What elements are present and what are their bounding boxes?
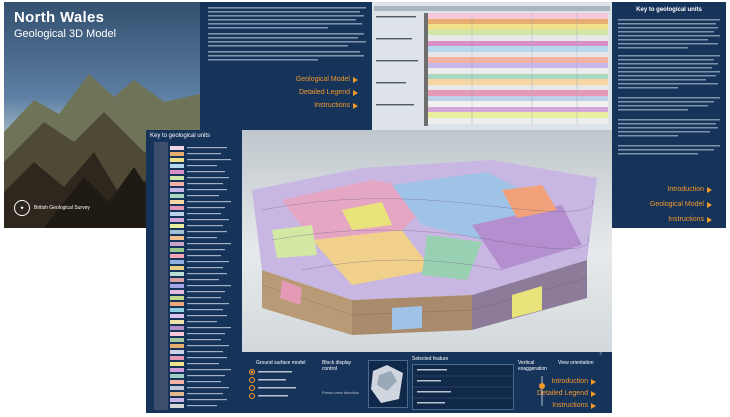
link-instructions[interactable]: Instructions xyxy=(537,402,596,409)
key-panel-links: Introduction Geological Model Instructio… xyxy=(650,186,712,223)
arrow-right-icon xyxy=(353,89,358,96)
block-display-label: Block display control xyxy=(322,360,352,372)
key-text-panel: Key to geological units Introduction Geo… xyxy=(612,2,726,228)
arrow-right-icon xyxy=(591,378,596,385)
surface-model-options[interactable] xyxy=(248,368,318,408)
vertical-exaggeration-label: Vertical exaggeration xyxy=(518,360,547,372)
3d-model-viewport[interactable] xyxy=(242,130,612,352)
view-orientation-label: View orientation xyxy=(558,360,594,366)
geological-unit-key xyxy=(150,142,240,410)
cover-subtitle: Geological 3D Model xyxy=(14,28,117,40)
selected-feature-panel xyxy=(412,364,514,410)
block-display-map[interactable] xyxy=(368,360,408,408)
arrow-right-icon xyxy=(353,76,358,83)
link-instructions[interactable]: Instructions xyxy=(650,216,712,223)
bgs-logo-block: ✦ British Geological Survey xyxy=(14,200,90,216)
cover-title: North Wales xyxy=(14,9,105,26)
link-geological-model[interactable]: Geological Model xyxy=(296,76,358,83)
arrow-right-icon xyxy=(707,201,712,208)
key-title: Key to geological units xyxy=(150,133,211,139)
introduction-text-block xyxy=(208,7,366,61)
link-instructions[interactable]: Instructions xyxy=(296,102,358,109)
bgs-logo-icon: ✦ xyxy=(14,200,30,216)
arrow-right-icon xyxy=(707,216,712,223)
link-introduction[interactable]: Introduction xyxy=(537,378,596,385)
link-geological-model[interactable]: Geological Model xyxy=(650,201,712,208)
org-name: British Geological Survey xyxy=(34,204,90,211)
model-links: Introduction Detailed Legend Instruction… xyxy=(537,378,596,409)
geological-block-model[interactable] xyxy=(242,130,612,352)
preset-view-label: Preset view direction xyxy=(322,390,359,395)
selected-feature-lines xyxy=(413,369,513,404)
link-detailed-legend[interactable]: Detailed Legend xyxy=(537,390,596,397)
arrow-right-icon xyxy=(353,102,358,109)
link-detailed-legend[interactable]: Detailed Legend xyxy=(296,89,358,96)
key-text-block xyxy=(618,19,720,155)
selected-feature-label: Selected feature xyxy=(412,356,449,362)
model-window: Key to geological units © Ground surface… xyxy=(146,130,612,413)
key-heading: Key to geological units xyxy=(636,7,702,13)
arrow-right-icon xyxy=(591,402,596,409)
arrow-right-icon xyxy=(707,186,712,193)
block-map-icon xyxy=(371,365,403,403)
arrow-right-icon xyxy=(591,390,596,397)
detailed-legend-panel xyxy=(372,2,612,130)
intro-links: Geological Model Detailed Legend Instruc… xyxy=(296,76,358,109)
surface-model-label: Ground surface model xyxy=(256,360,306,366)
key-swatches[interactable] xyxy=(150,142,240,410)
legend-table xyxy=(376,13,608,124)
introduction-panel: Geological Model Detailed Legend Instruc… xyxy=(200,2,372,130)
link-introduction[interactable]: Introduction xyxy=(650,186,712,193)
